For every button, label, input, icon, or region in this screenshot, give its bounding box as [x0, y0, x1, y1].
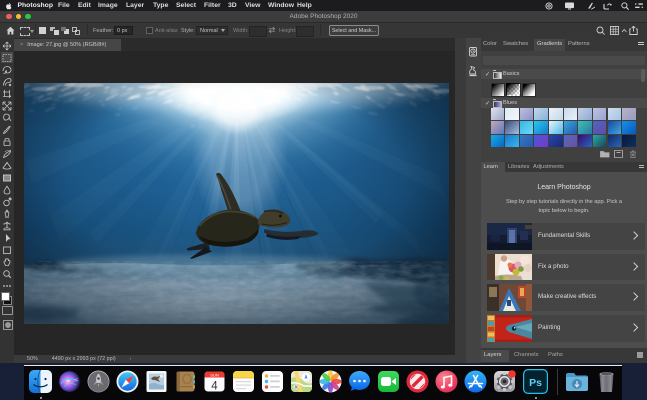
- svg-text:Ps: Ps: [529, 377, 542, 389]
- svg-text:SUN: SUN: [211, 372, 220, 377]
- svg-text:4: 4: [212, 381, 219, 393]
